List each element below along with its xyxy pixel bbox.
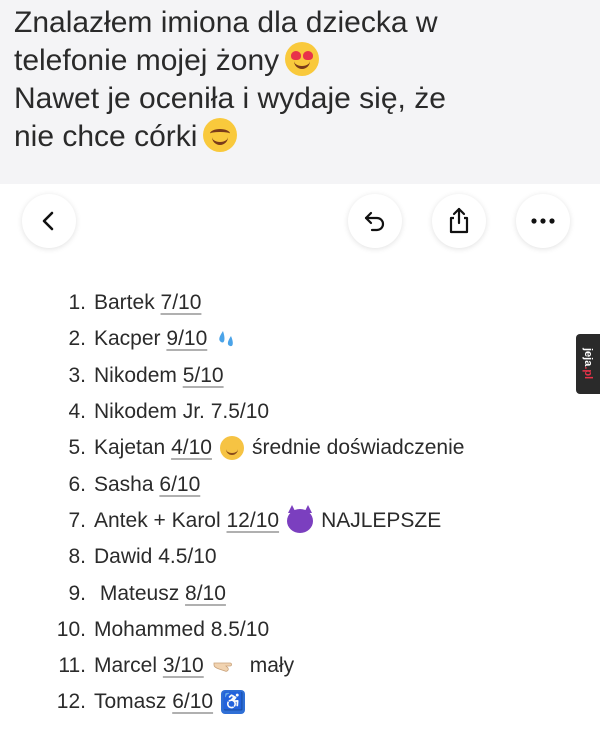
list-item: 4. Nikodem Jr. 7.5/10 xyxy=(40,394,560,430)
phone-screenshot: 1. Bartek 7/10 2. Kacper 9/10 3. Nikodem 5/10… xyxy=(0,184,600,736)
item-score: 6/10 xyxy=(159,472,201,496)
item-number: 8. xyxy=(68,545,86,569)
wheelchair-icon: ♿ xyxy=(221,690,246,715)
item-score: 7/10 xyxy=(160,291,202,315)
item-name: Nikodem xyxy=(94,363,177,387)
item-number: 9. xyxy=(68,581,86,605)
caption-line-1: Znalazłem imiona dla dziecka w xyxy=(14,6,438,39)
item-number: 2. xyxy=(68,327,86,351)
item-name: Kajetan xyxy=(94,436,166,460)
sweat-droplets-icon xyxy=(219,331,234,347)
item-name: Sasha xyxy=(94,472,154,496)
item-number: 6. xyxy=(68,472,86,496)
back-button[interactable] xyxy=(22,194,76,248)
item-score: 4/10 xyxy=(171,436,212,460)
undo-button[interactable] xyxy=(348,194,402,248)
list-item: 3. Nikodem 5/10 xyxy=(40,358,560,394)
list-item: 10. Mohammed 8.5/10 xyxy=(40,612,560,648)
list-item: 2. Kacper 9/10 xyxy=(40,321,560,357)
item-name: Antek + Karol xyxy=(94,508,221,532)
item-score: 8/10 xyxy=(185,581,226,605)
item-score: 4.5/10 xyxy=(158,545,217,569)
undo-icon xyxy=(364,211,385,232)
caption-line-4-text: nie chce córki xyxy=(14,120,198,153)
item-score: 9/10 xyxy=(166,327,208,351)
item-number: 3. xyxy=(68,363,86,387)
share-button[interactable] xyxy=(432,194,486,248)
item-name: Marcel xyxy=(94,654,158,678)
list-item: 9. Mateusz 8/10 xyxy=(40,575,560,611)
item-number: 4. xyxy=(68,400,86,424)
top-toolbar xyxy=(0,184,600,264)
list-item: 1. Bartek 7/10 xyxy=(40,285,560,321)
item-name: Nikodem Jr. xyxy=(94,400,205,424)
item-score: 3/10 xyxy=(162,654,204,678)
chevron-left-icon xyxy=(42,211,54,231)
flushed-face-icon xyxy=(219,436,244,461)
names-list: 1. Bartek 7/10 2. Kacper 9/10 3. Nikodem 5/10… xyxy=(40,285,560,721)
item-name: Mohammed xyxy=(94,617,205,641)
item-name: Dawid xyxy=(94,545,153,569)
caption-line-2: telefonie mojej żony xyxy=(14,42,574,80)
item-comment: mały xyxy=(249,654,295,678)
heart-eyes-face-icon xyxy=(285,42,320,76)
item-comment: NAJLEPSZE xyxy=(321,508,442,532)
pointing-hand-icon xyxy=(213,662,232,672)
item-score: 7.5/10 xyxy=(210,400,270,424)
share-icon xyxy=(449,207,469,234)
item-number: 1. xyxy=(68,291,86,315)
list-item: 12. Tomasz 6/10 ♿ xyxy=(40,684,560,720)
item-name: Tomasz xyxy=(94,690,167,714)
list-item: 8. Dawid 4.5/10 xyxy=(40,539,560,575)
caption-line-4: nie chce córki xyxy=(14,118,574,156)
watermark-text: jeja xyxy=(582,348,594,367)
list-item: 7. Antek + Karol 12/10 NAJLEPSZE xyxy=(40,503,560,539)
list-item: 11. Marcel 3/10 mały xyxy=(40,648,560,684)
item-comment: średnie doświadczenie xyxy=(251,436,465,460)
item-number: 11. xyxy=(58,654,86,678)
caption-line-3: Nawet je oceniła i wydaje się, że xyxy=(14,82,446,115)
caption-line-2-text: telefonie mojej żony xyxy=(14,44,280,77)
list-item: 5. Kajetan 4/10 średnie doświadczenie xyxy=(40,430,560,466)
devil-face-icon xyxy=(287,504,314,533)
post-caption: Znalazłem imiona dla dziecka w telefonie… xyxy=(14,4,574,156)
item-name: Mateusz xyxy=(94,581,180,605)
item-score: 8.5/10 xyxy=(210,617,270,641)
list-item: 6. Sasha 6/10 xyxy=(40,466,560,502)
item-score: 5/10 xyxy=(182,363,224,387)
site-watermark: jeja.pl xyxy=(576,334,600,394)
item-name: Bartek xyxy=(94,291,155,315)
item-score: 12/10 xyxy=(226,508,280,532)
item-name: Kacper xyxy=(94,327,161,351)
item-number: 5. xyxy=(68,436,86,460)
item-score: 6/10 xyxy=(172,690,214,714)
item-number: 7. xyxy=(68,508,86,532)
smiling-face-icon xyxy=(203,118,238,152)
more-button[interactable] xyxy=(516,194,570,248)
watermark-suffix: .pl xyxy=(582,366,594,380)
item-number: 10. xyxy=(56,617,86,641)
more-dots-icon xyxy=(531,218,555,224)
item-number: 12. xyxy=(56,690,86,714)
